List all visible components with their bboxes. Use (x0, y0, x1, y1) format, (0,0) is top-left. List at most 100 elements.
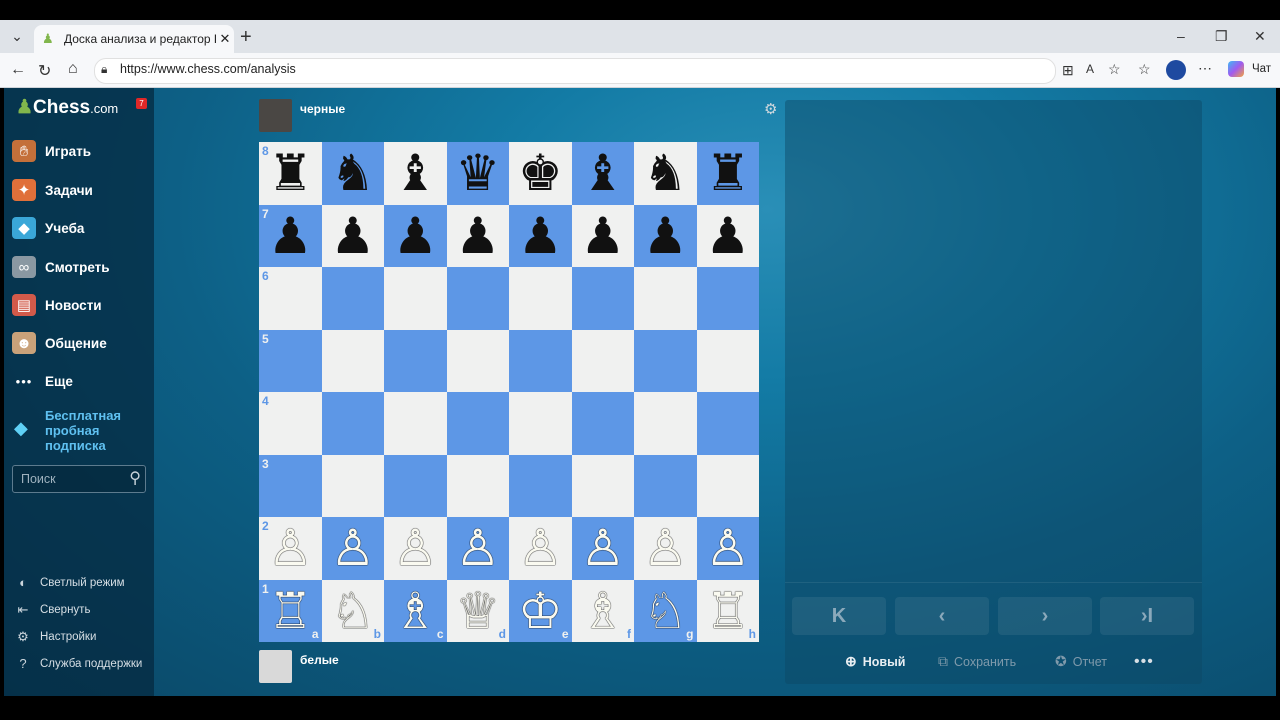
sidebar-item-play[interactable]: ✋︎ Играть (12, 139, 91, 163)
board-square-g6[interactable] (634, 267, 697, 330)
search-input[interactable] (19, 470, 119, 488)
board-square-d5[interactable] (446, 329, 509, 392)
board-square-h6[interactable] (696, 267, 759, 330)
white-pawn-icon[interactable]: ♙ (580, 523, 625, 573)
board-square-c3[interactable] (384, 454, 447, 517)
board-square-d6[interactable] (446, 267, 509, 330)
chess-logo[interactable]: ♟Chess.com (16, 96, 118, 119)
black-pawn-icon[interactable]: ♟ (580, 211, 625, 261)
board-square-a1[interactable]: 1 a ♖ (259, 579, 322, 642)
black-knight-icon[interactable]: ♞ (643, 148, 688, 198)
board-square-c6[interactable] (384, 267, 447, 330)
url-text[interactable]: https://www.chess.com/analysis (120, 62, 296, 76)
favorites-list-icon[interactable]: ☆ (1138, 61, 1151, 78)
board-square-f2[interactable]: ♙ (571, 517, 634, 580)
board-square-d7[interactable]: ♟ (446, 204, 509, 267)
board-square-h3[interactable] (696, 454, 759, 517)
white-bishop-icon[interactable]: ♗ (580, 586, 625, 636)
board-square-a5[interactable]: 5 (259, 329, 322, 392)
board-square-h1[interactable]: h ♖ (696, 579, 759, 642)
board-square-d8[interactable]: ♛ (446, 142, 509, 205)
board-square-f4[interactable] (571, 392, 634, 455)
board-square-g2[interactable]: ♙ (634, 517, 697, 580)
notification-badge[interactable]: 7 (136, 98, 147, 109)
site-info-lock-icon[interactable]: 🔒︎ (101, 62, 107, 77)
board-square-e8[interactable]: ♚ (509, 142, 572, 205)
white-pawn-icon[interactable]: ♙ (455, 523, 500, 573)
white-rook-icon[interactable]: ♖ (705, 586, 750, 636)
board-square-b3[interactable] (321, 454, 384, 517)
sidebar-item-puzzles[interactable]: ✦ Задачи (12, 178, 93, 202)
read-aloud-icon[interactable]: A (1086, 62, 1094, 76)
black-bishop-icon[interactable]: ♝ (393, 148, 438, 198)
copilot-icon[interactable] (1228, 61, 1244, 77)
search-box[interactable]: ⚲ (12, 465, 146, 493)
board-square-e5[interactable] (509, 329, 572, 392)
board-square-e4[interactable] (509, 392, 572, 455)
white-pawn-icon[interactable]: ♙ (330, 523, 375, 573)
collapse-sidebar-button[interactable]: ⇤ Свернуть (14, 602, 91, 618)
board-square-b2[interactable]: ♙ (321, 517, 384, 580)
white-rook-icon[interactable]: ♖ (268, 586, 313, 636)
save-button[interactable]: ⧉ Сохранить (938, 653, 1016, 670)
black-knight-icon[interactable]: ♞ (330, 148, 375, 198)
board-square-a4[interactable]: 4 (259, 392, 322, 455)
white-knight-icon[interactable]: ♘ (330, 586, 375, 636)
board-square-e1[interactable]: e ♔ (509, 579, 572, 642)
black-rook-icon[interactable]: ♜ (705, 148, 750, 198)
board-square-g1[interactable]: g ♘ (634, 579, 697, 642)
board-square-e2[interactable]: ♙ (509, 517, 572, 580)
first-move-button[interactable]: K (792, 597, 886, 635)
board-square-h4[interactable] (696, 392, 759, 455)
sidebar-item-social[interactable]: ☻ Общение (12, 331, 107, 355)
board-square-a6[interactable]: 6 (259, 267, 322, 330)
board-square-h5[interactable] (696, 329, 759, 392)
board-square-c2[interactable]: ♙ (384, 517, 447, 580)
tab-list-chevron-icon[interactable]: ⌄ (8, 28, 26, 45)
board-square-a2[interactable]: 2 ♙ (259, 517, 322, 580)
black-pawn-icon[interactable]: ♟ (455, 211, 500, 261)
board-square-d3[interactable] (446, 454, 509, 517)
board-square-h2[interactable]: ♙ (696, 517, 759, 580)
white-pawn-icon[interactable]: ♙ (393, 523, 438, 573)
restore-button[interactable]: ❐ (1215, 28, 1228, 45)
next-move-button[interactable]: › (998, 597, 1092, 635)
white-knight-icon[interactable]: ♘ (643, 586, 688, 636)
black-bishop-icon[interactable]: ♝ (580, 148, 625, 198)
board-square-g8[interactable]: ♞ (634, 142, 697, 205)
board-square-d1[interactable]: d ♕ (446, 579, 509, 642)
board-square-f3[interactable] (571, 454, 634, 517)
reload-icon[interactable]: ↻ (38, 61, 51, 81)
support-link[interactable]: ? Служба поддержки (14, 656, 142, 671)
white-king-icon[interactable]: ♔ (518, 586, 563, 636)
free-trial-link[interactable]: Бесплатная пробная подписка (45, 408, 145, 453)
sidebar-item-news[interactable]: ▤ Новости (12, 293, 102, 317)
previous-move-button[interactable]: ‹ (895, 597, 989, 635)
black-pawn-icon[interactable]: ♟ (330, 211, 375, 261)
board-square-g4[interactable] (634, 392, 697, 455)
board-square-c8[interactable]: ♝ (384, 142, 447, 205)
board-square-d2[interactable]: ♙ (446, 517, 509, 580)
chess-board[interactable]: 8 ♜ ♞ ♝ ♛ ♚ ♝ ♞ ♜ 7 ♟ ♟ ♟ ♟ ♟ ♟ ♟ ♟ 6 5 4 3 2 ♙ ♙ ♙ ♙ ♙ ♙ ♙ ♙ 1 a ♖ b ♘ c ♗ d ♕… (259, 142, 759, 642)
white-queen-icon[interactable]: ♕ (455, 586, 500, 636)
board-square-a7[interactable]: 7 ♟ (259, 204, 322, 267)
black-pawn-icon[interactable]: ♟ (643, 211, 688, 261)
board-square-d4[interactable] (446, 392, 509, 455)
board-square-f7[interactable]: ♟ (571, 204, 634, 267)
board-square-c5[interactable] (384, 329, 447, 392)
sidebar-item-more[interactable]: ••• Еще (12, 369, 73, 393)
black-rook-icon[interactable]: ♜ (268, 148, 313, 198)
white-pawn-icon[interactable]: ♙ (705, 523, 750, 573)
board-settings-gear-icon[interactable]: ⚙ (764, 100, 777, 118)
board-square-c4[interactable] (384, 392, 447, 455)
sidebar-item-learn[interactable]: ◆ Учеба (12, 216, 84, 240)
browser-tab[interactable]: ♟ Доска анализа и редактор PGN - ✕ (34, 25, 234, 53)
white-pawn-icon[interactable]: ♙ (268, 523, 313, 573)
favorite-star-icon[interactable]: ☆ (1108, 61, 1121, 78)
board-square-e3[interactable] (509, 454, 572, 517)
copilot-chat-label[interactable]: Чат (1252, 63, 1271, 75)
board-square-b7[interactable]: ♟ (321, 204, 384, 267)
search-icon[interactable]: ⚲ (129, 468, 141, 488)
more-options-icon[interactable]: ••• (1134, 653, 1154, 671)
board-square-e7[interactable]: ♟ (509, 204, 572, 267)
